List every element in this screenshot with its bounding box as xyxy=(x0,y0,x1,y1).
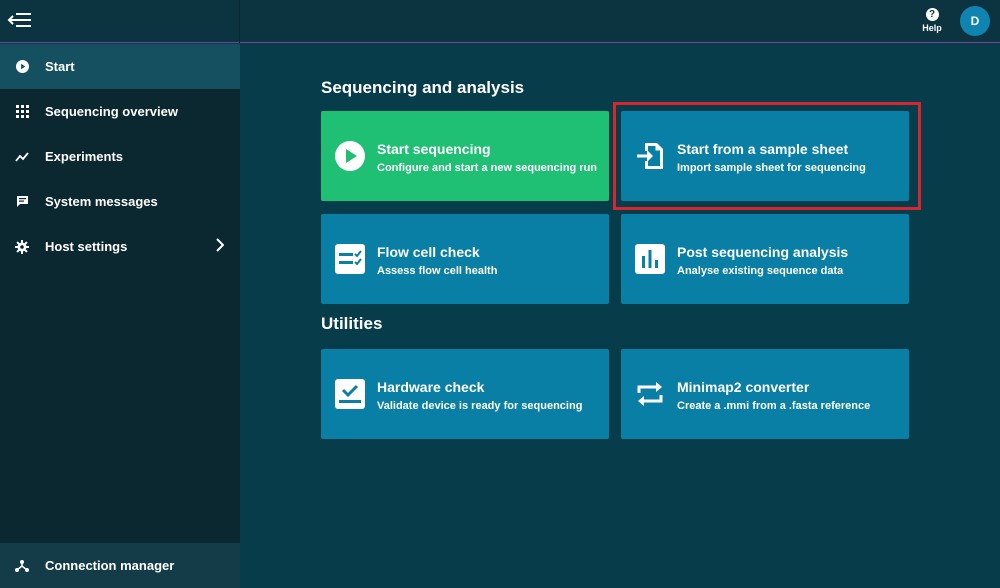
card-description: Validate device is ready for sequencing xyxy=(377,400,583,412)
card-title: Start sequencing xyxy=(377,141,491,157)
sidebar-item-start[interactable]: Start xyxy=(0,44,240,89)
highlight-box xyxy=(613,102,921,210)
card-description: Create a .mmi from a .fasta reference xyxy=(677,400,871,412)
network-icon xyxy=(15,559,29,573)
sidebar-item-label: Experiments xyxy=(45,149,124,164)
section-title-sequencing: Sequencing and analysis xyxy=(321,78,525,97)
card-title: Flow cell check xyxy=(377,244,480,260)
checklist-icon xyxy=(335,244,365,274)
main-content: Sequencing and analysis Start sequencing… xyxy=(241,44,1000,588)
card-description: Analyse existing sequence data xyxy=(677,265,844,277)
sidebar-item-label: Start xyxy=(45,59,75,74)
sidebar-item-label: System messages xyxy=(45,194,158,209)
swap-arrows-icon xyxy=(635,379,665,409)
card-description: Assess flow cell health xyxy=(377,265,498,277)
card-title: Post sequencing analysis xyxy=(677,244,849,260)
hardware-check-icon xyxy=(335,379,365,409)
minimap2-converter-card[interactable]: Minimap2 converter Create a .mmi from a … xyxy=(621,349,909,439)
connection-manager-label: Connection manager xyxy=(45,558,175,573)
grid-icon xyxy=(15,105,29,119)
sidebar: Start Sequencing overview Experiments Sy… xyxy=(0,44,240,588)
collapse-menu-icon xyxy=(7,13,31,27)
trend-icon xyxy=(15,150,29,164)
help-button[interactable]: ? Help xyxy=(916,6,948,33)
post-sequencing-analysis-card[interactable]: Post sequencing analysis Analyse existin… xyxy=(621,214,909,304)
connection-manager-button[interactable]: Connection manager xyxy=(0,543,240,588)
help-label: Help xyxy=(922,23,942,33)
chat-icon xyxy=(15,195,29,209)
start-sequencing-card[interactable]: Start sequencing Configure and start a n… xyxy=(321,111,609,201)
play-circle-icon xyxy=(335,141,365,171)
top-bar: ? Help D xyxy=(0,0,1000,43)
chevron-right-icon xyxy=(216,238,224,252)
card-description: Configure and start a new sequencing run xyxy=(377,162,598,174)
bar-chart-icon xyxy=(635,244,665,274)
sidebar-item-label: Sequencing overview xyxy=(45,104,178,119)
gear-icon xyxy=(15,239,29,254)
flow-cell-check-card[interactable]: Flow cell check Assess flow cell health xyxy=(321,214,609,304)
sidebar-item-label: Host settings xyxy=(45,239,128,254)
collapse-menu-button[interactable] xyxy=(0,0,240,43)
hardware-check-card[interactable]: Hardware check Validate device is ready … xyxy=(321,349,609,439)
play-circle-icon xyxy=(15,60,29,74)
help-icon: ? xyxy=(925,8,939,21)
card-title: Hardware check xyxy=(377,379,485,395)
sidebar-item-experiments[interactable]: Experiments xyxy=(0,134,240,179)
card-title: Minimap2 converter xyxy=(677,379,810,395)
sidebar-item-host-settings[interactable]: Host settings xyxy=(0,224,240,269)
sidebar-item-system-messages[interactable]: System messages xyxy=(0,179,240,224)
section-title-utilities: Utilities xyxy=(321,314,383,333)
avatar[interactable]: D xyxy=(960,6,990,36)
sidebar-item-sequencing-overview[interactable]: Sequencing overview xyxy=(0,89,240,134)
